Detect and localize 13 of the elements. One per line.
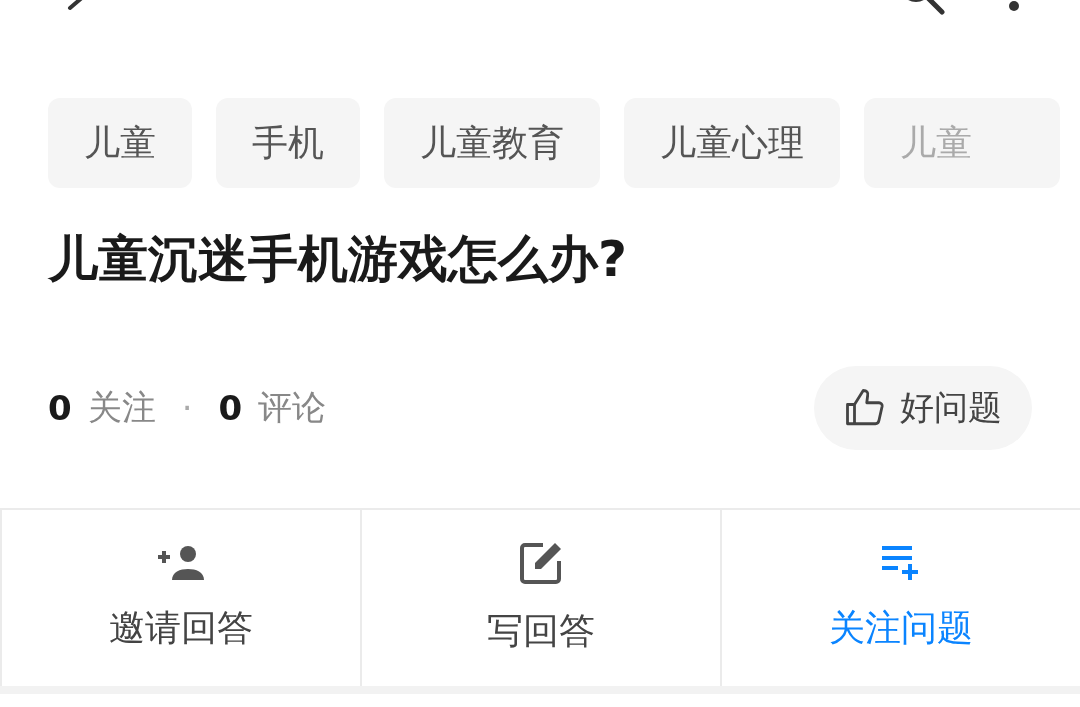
question-title: 儿童沉迷手机游戏怎么办? bbox=[48, 229, 627, 290]
edit-icon bbox=[519, 540, 563, 585]
stat-count: 0 bbox=[48, 388, 72, 428]
topic-tag[interactable]: 儿童教育 bbox=[384, 98, 600, 188]
topic-tag[interactable]: 手机 bbox=[216, 98, 360, 188]
separator-dot: · bbox=[181, 388, 193, 428]
good-question-button[interactable]: 好问题 bbox=[814, 366, 1032, 450]
stat-label: 关注 bbox=[87, 386, 156, 429]
stat-count: 0 bbox=[218, 388, 243, 428]
topic-tag[interactable]: 儿童 bbox=[48, 98, 192, 188]
stat-label: 评论 bbox=[258, 386, 327, 429]
add-person-icon bbox=[156, 543, 206, 582]
topic-tag[interactable]: 儿童心理 bbox=[624, 98, 840, 188]
